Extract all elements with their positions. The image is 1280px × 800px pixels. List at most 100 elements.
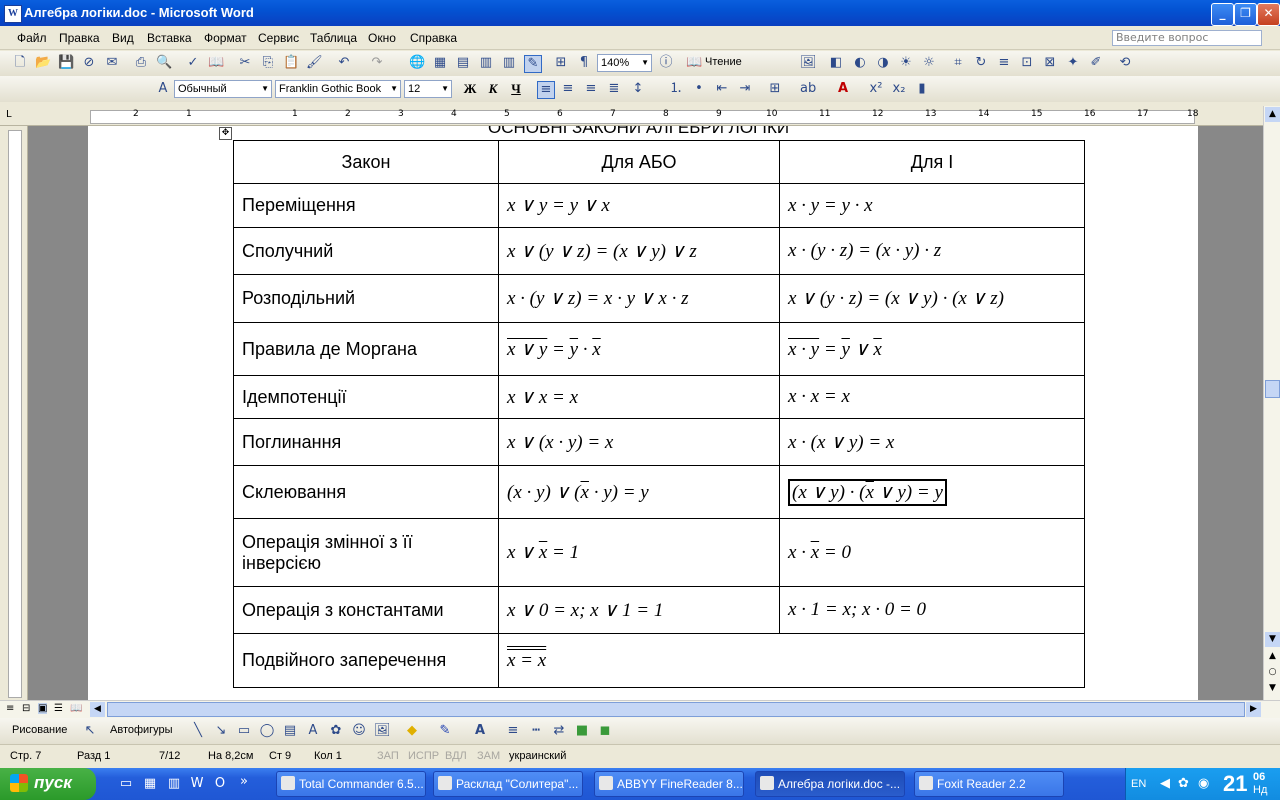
wordart-icon[interactable]: A (305, 723, 321, 739)
task-solitaire[interactable]: Расклад "Солитера"... (433, 771, 583, 797)
draw-font-color-icon[interactable]: A (472, 723, 488, 739)
formula-and[interactable]: x · 1 = x; x · 0 = 0 (779, 586, 1085, 634)
formula-or[interactable]: x ∨ (x · y) = x (498, 418, 780, 466)
law-name[interactable]: Переміщення (233, 183, 499, 228)
normal-view-icon[interactable]: ≡ (6, 703, 14, 714)
decrease-indent-icon[interactable]: ⇤ (714, 81, 730, 97)
drawing-icon[interactable]: ✎ (524, 55, 542, 73)
brightness-up-icon[interactable]: ☀ (898, 55, 914, 71)
print-layout-icon[interactable]: ▣ (38, 703, 48, 714)
show-desktop-icon[interactable]: ▭ (118, 776, 134, 792)
menu-service[interactable]: Сервис (258, 31, 299, 45)
formula-and[interactable]: x · x = x (779, 375, 1085, 419)
diagram-icon[interactable]: ✿ (328, 723, 344, 739)
insert-excel-icon[interactable]: ▥ (478, 55, 494, 71)
tables-borders-icon[interactable]: ▦ (432, 55, 448, 71)
read-mode-button[interactable]: Чтение (705, 56, 742, 68)
horizontal-ruler[interactable]: L 2 1 1 2 3 4 5 6 7 8 9 10 11 12 13 14 1… (0, 106, 1280, 126)
formula-and[interactable]: x · (x ∨ y) = x (779, 418, 1085, 466)
clipart-icon[interactable]: ☺ (351, 723, 367, 739)
autoshapes-button[interactable]: Автофигуры (110, 724, 173, 736)
arrow-icon[interactable]: ↘ (213, 723, 229, 739)
text-box-icon[interactable]: ▤ (282, 723, 298, 739)
formula-and[interactable]: x · y = y · x (779, 183, 1085, 228)
word-doc-icon[interactable]: W (4, 5, 22, 23)
font-size-select[interactable]: 12 ▼ (404, 80, 452, 98)
help-icon[interactable]: ⓘ (658, 55, 674, 71)
contrast-icon[interactable]: ◐ (852, 55, 868, 71)
status-rec[interactable]: ЗАП (377, 750, 399, 762)
reading-view-icon[interactable]: 📖 (70, 703, 82, 714)
horizontal-scrollbar[interactable]: ≡ ⊟ ▣ ☰ 📖 ◀ ▶ (0, 700, 1280, 718)
formula-and-image[interactable]: (x ∨ y) · (x ∨ y) = y (779, 465, 1085, 519)
arrow-style-icon[interactable]: ⇄ (551, 723, 567, 739)
more-quicklaunch-icon[interactable]: » (236, 774, 252, 790)
open-icon[interactable]: 📂 (35, 55, 51, 71)
print-icon[interactable]: ⎙ (133, 55, 149, 71)
compress-icon[interactable]: ⊡ (1019, 55, 1035, 71)
law-name[interactable]: Ідемпотенції (233, 375, 499, 419)
superscript-icon[interactable]: x² (868, 81, 884, 97)
rectangle-icon[interactable]: ▭ (236, 723, 252, 739)
research-icon[interactable]: 📖 (208, 55, 224, 71)
document-area[interactable]: ОСНОВНІ ЗАКОНИ АЛГЕБРИ ЛОГІКИ ✥ Закон Дл… (28, 126, 1263, 700)
law-name[interactable]: Операція змінної з її інверсією (233, 518, 499, 587)
line-style-draw-icon[interactable]: ≡ (505, 723, 521, 739)
layout-icon[interactable]: ◧ (828, 55, 844, 71)
line-icon[interactable]: ╲ (190, 723, 206, 739)
formula-or[interactable]: x · (y ∨ z) = x · y ∨ x · z (498, 274, 780, 323)
start-button[interactable]: пуск (0, 768, 96, 800)
numbering-icon[interactable]: ⒈ (668, 81, 684, 97)
clock-hour[interactable]: 21 (1223, 771, 1247, 797)
tray-icon[interactable]: ◀ (1160, 776, 1170, 791)
tray-icon[interactable]: ◉ (1198, 776, 1209, 791)
format-picture-icon[interactable]: ✦ (1065, 55, 1081, 71)
formula-or-image[interactable]: (x · y) ∨ (x · y) = y (498, 465, 780, 519)
undo-icon[interactable]: ↶ (336, 55, 352, 71)
law-name[interactable]: Розподільний (233, 274, 499, 323)
tray-icon[interactable]: ✿ (1178, 776, 1189, 791)
copy-icon[interactable]: ⎘ (260, 55, 276, 71)
crop-icon[interactable]: ⌗ (950, 55, 966, 71)
outline-view-icon[interactable]: ☰ (54, 703, 63, 714)
formula-or[interactable]: x ∨ 0 = x; x ∨ 1 = 1 (498, 586, 780, 634)
vertical-scrollbar[interactable]: ▲ ▼ ▲ ○ ▼ (1263, 106, 1280, 700)
menu-table[interactable]: Таблица (310, 31, 357, 45)
previous-page-icon[interactable]: ▲ (1265, 649, 1280, 664)
next-page-icon[interactable]: ▼ (1265, 681, 1280, 696)
save-icon[interactable]: 💾 (58, 55, 74, 71)
format-painter-icon[interactable]: 🖌 (306, 55, 323, 71)
read-mode-icon[interactable]: 📖 (686, 55, 702, 71)
law-name[interactable]: Правила де Моргана (233, 322, 499, 376)
formula-or[interactable]: x ∨ y = y ∨ x (498, 183, 780, 228)
draw-menu-button[interactable]: Рисование (12, 724, 67, 736)
menu-format[interactable]: Формат (204, 31, 247, 45)
formula-or-image[interactable]: x ∨ x = 1 (498, 518, 780, 587)
line-color-icon[interactable]: ✎ (437, 723, 453, 739)
restore-button[interactable]: ❐ (1234, 3, 1257, 26)
menu-insert[interactable]: Вставка (147, 31, 192, 45)
quicklaunch-icon[interactable]: ▦ (142, 776, 158, 792)
brightness-icon[interactable]: ◑ (875, 55, 891, 71)
text-wrap-icon[interactable]: ⊠ (1042, 55, 1058, 71)
law-name[interactable]: Подвійного заперечення (233, 633, 499, 688)
header-or[interactable]: Для АБО (498, 140, 780, 184)
insert-picture-icon[interactable]: 🖼 (800, 55, 817, 71)
line-style-icon[interactable]: ≡ (996, 55, 1012, 71)
menu-edit[interactable]: Правка (59, 31, 100, 45)
close-button[interactable]: ✕ (1257, 3, 1280, 26)
zoom-select[interactable]: 140% ▼ (597, 54, 652, 72)
vertical-ruler[interactable] (0, 126, 28, 700)
table-move-handle-icon[interactable]: ✥ (219, 127, 232, 140)
status-trk[interactable]: ИСПР (408, 750, 439, 762)
picture-icon[interactable]: 🖼 (374, 723, 391, 739)
task-foxit[interactable]: Foxit Reader 2.2 (914, 771, 1064, 797)
chart-icon[interactable]: ▮ (914, 81, 930, 97)
formula-and[interactable]: x ∨ (y · z) = (x ∨ y) · (x ∨ z) (779, 274, 1085, 323)
formula-and-image[interactable]: x · y = y ∨ x (779, 322, 1085, 376)
scroll-up-icon[interactable]: ▲ (1265, 107, 1280, 122)
scroll-thumb[interactable] (1265, 380, 1280, 398)
email-icon[interactable]: ✉ (104, 55, 120, 71)
select-objects-icon[interactable]: ↖ (82, 723, 98, 739)
align-left-icon[interactable]: ≡ (537, 81, 555, 99)
